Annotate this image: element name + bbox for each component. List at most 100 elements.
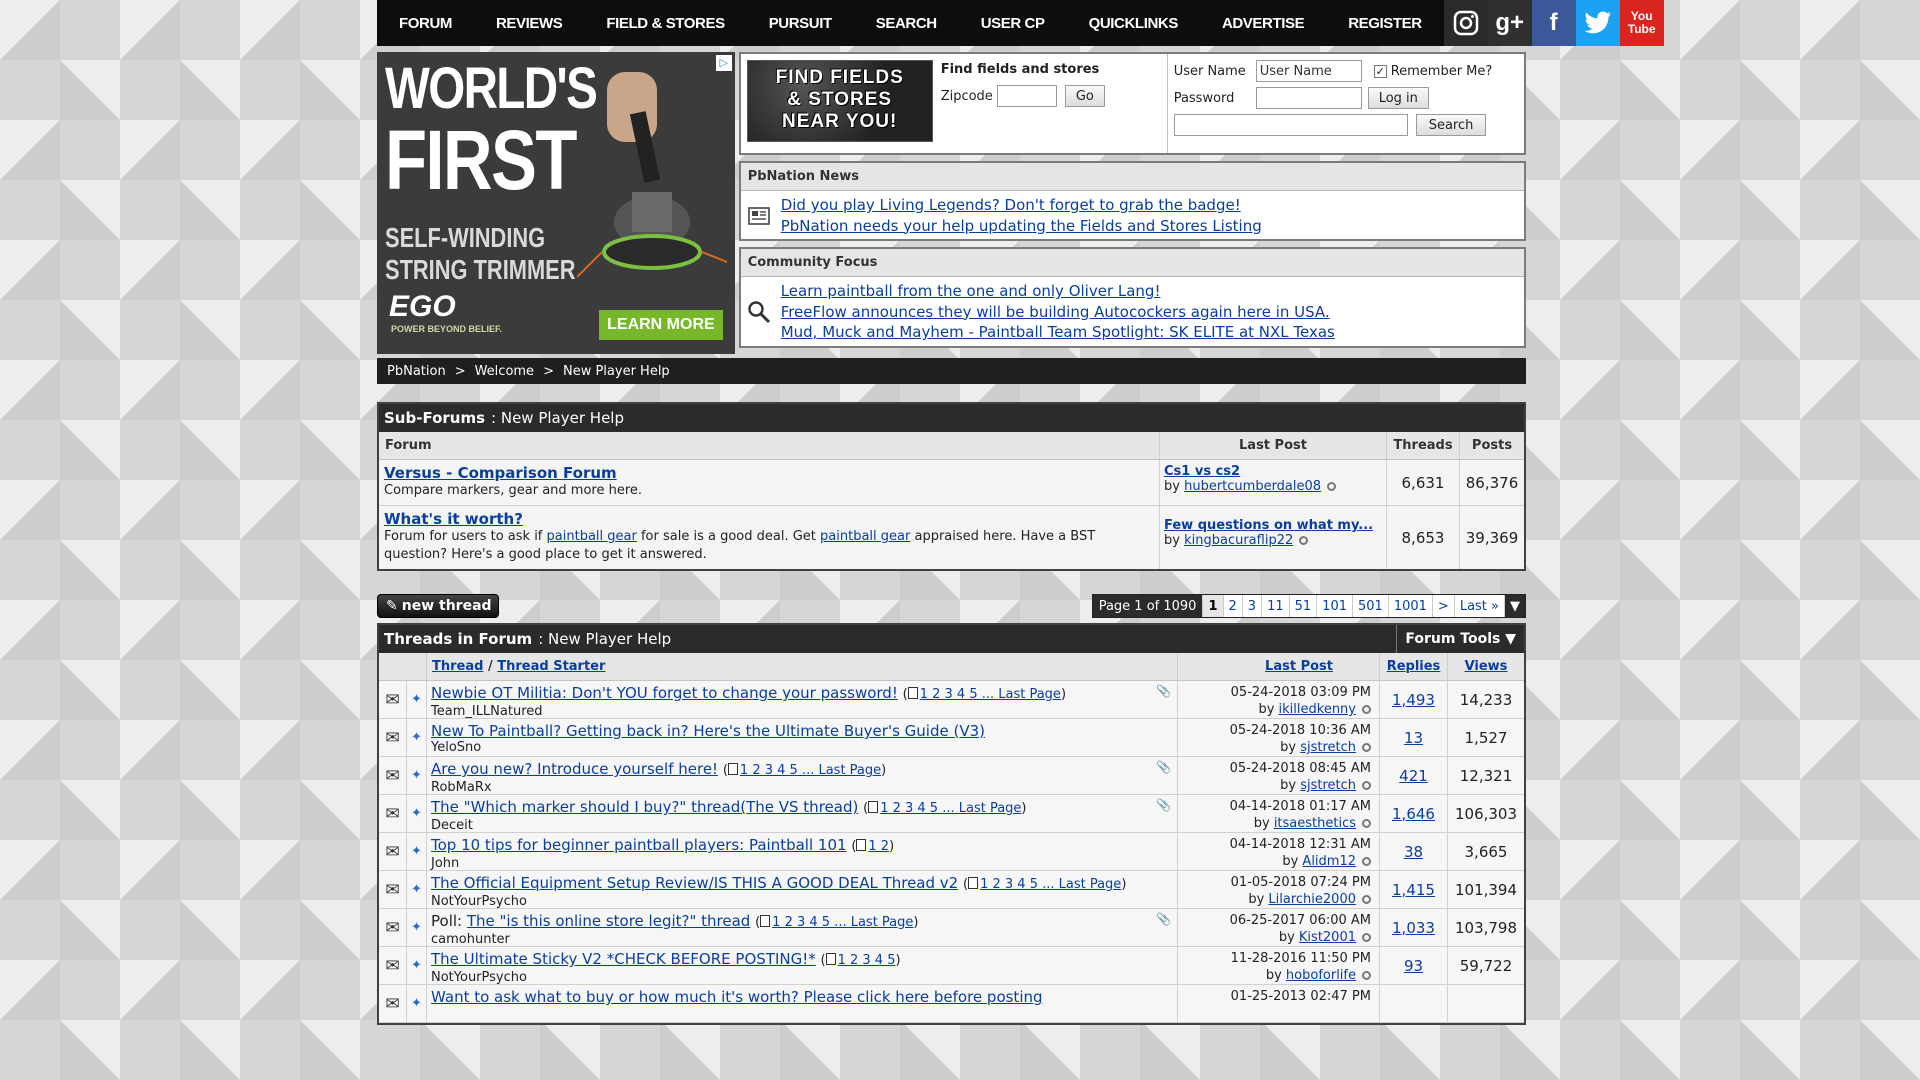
search-button[interactable]: Search xyxy=(1415,114,1487,136)
site-search-input[interactable] xyxy=(1173,114,1408,136)
thread-starter[interactable]: NotYourPsycho xyxy=(431,894,1173,909)
google-plus-icon[interactable]: g+ xyxy=(1487,0,1532,46)
focus-link[interactable]: FreeFlow announces they will be building… xyxy=(781,302,1335,323)
page-numbers[interactable]: 1 2 3 4 5 ... xyxy=(740,763,819,778)
page-link[interactable]: 3 xyxy=(1243,595,1263,617)
page-link[interactable]: 1001 xyxy=(1389,595,1433,617)
last-post-user[interactable]: hoboforlife xyxy=(1286,968,1356,983)
remember-me-checkbox[interactable]: ✓ xyxy=(1373,64,1387,78)
replies-link[interactable]: 1,493 xyxy=(1392,691,1435,709)
replies-link[interactable]: 1,033 xyxy=(1392,919,1435,937)
page-link[interactable]: 501 xyxy=(1353,595,1389,617)
replies-link[interactable]: 38 xyxy=(1404,843,1423,861)
forum-tools-menu[interactable]: Forum Tools ▼ xyxy=(1396,625,1524,653)
thread-last-page-link[interactable]: Last Page xyxy=(851,915,914,930)
last-post-user[interactable]: Alidm12 xyxy=(1302,854,1356,869)
breadcrumb-welcome[interactable]: Welcome xyxy=(475,364,534,379)
ad-learn-more-button[interactable]: LEARN MORE xyxy=(599,310,723,340)
last-post-user[interactable]: Kist2001 xyxy=(1299,930,1356,945)
paintball-gear-link[interactable]: paintball gear xyxy=(547,529,637,544)
sort-by-last-post[interactable]: Last Post xyxy=(1265,659,1333,674)
last-post-user[interactable]: ikilledkenny xyxy=(1279,702,1356,717)
thread-starter[interactable]: camohunter xyxy=(431,932,1173,947)
thread-starter[interactable]: Deceit xyxy=(431,818,1173,833)
thread-starter[interactable]: YeloSno xyxy=(431,740,1173,755)
nav-field-stores[interactable]: FIELD & STORES xyxy=(584,15,746,32)
focus-link[interactable]: Learn paintball from the one and only Ol… xyxy=(781,281,1335,302)
replies-link[interactable]: 421 xyxy=(1399,767,1428,785)
thread-last-page-link[interactable]: Last Page xyxy=(959,801,1022,816)
page-numbers[interactable]: 1 2 3 4 5 ... xyxy=(980,877,1059,892)
thread-last-page-link[interactable]: Last Page xyxy=(998,687,1061,702)
thread-title-link[interactable]: Are you new? Introduce yourself here! xyxy=(431,760,718,778)
breadcrumb-pbnation[interactable]: PbNation xyxy=(387,364,446,379)
last-post-user[interactable]: kingbacuraflip22 xyxy=(1184,533,1293,548)
sort-by-thread[interactable]: Thread xyxy=(432,659,483,674)
nav-search[interactable]: SEARCH xyxy=(854,15,959,32)
subforum-link[interactable]: What's it worth? xyxy=(384,510,1154,528)
adchoices-icon[interactable]: ▷ xyxy=(715,55,732,71)
new-thread-button[interactable]: ✎ new thread xyxy=(377,594,499,618)
next-page[interactable]: > xyxy=(1433,595,1455,617)
replies-link[interactable]: 1,415 xyxy=(1392,881,1435,899)
find-fields-logo[interactable]: FIND FIELDS & STORES NEAR YOU! xyxy=(746,60,933,142)
go-button[interactable]: Go xyxy=(1064,85,1105,107)
thread-title-link[interactable]: Top 10 tips for beginner paintball playe… xyxy=(431,836,847,854)
news-link[interactable]: PbNation needs your help updating the Fi… xyxy=(781,216,1262,237)
nav-quicklinks[interactable]: QUICKLINKS xyxy=(1067,15,1200,32)
thread-starter[interactable]: Team_ILLNatured xyxy=(431,704,1173,719)
last-post-user[interactable]: Lilarchie2000 xyxy=(1268,892,1356,907)
page-numbers[interactable]: 1 2 3 4 5 ... xyxy=(920,687,999,702)
nav-reviews[interactable]: REVIEWS xyxy=(474,15,584,32)
nav-user-cp[interactable]: USER CP xyxy=(959,15,1067,32)
last-post-link[interactable]: Few questions on what my... xyxy=(1164,518,1373,533)
facebook-icon[interactable]: f xyxy=(1531,0,1576,46)
sort-by-views[interactable]: Views xyxy=(1465,659,1508,674)
last-post-user[interactable]: hubertcumberdale08 xyxy=(1184,479,1321,494)
last-post-user[interactable]: sjstretch xyxy=(1300,778,1356,793)
thread-title-link[interactable]: Newbie OT Militia: Don't YOU forget to c… xyxy=(431,684,898,702)
last-page[interactable]: Last » xyxy=(1455,595,1505,617)
thread-starter[interactable]: NotYourPsycho xyxy=(431,970,1173,985)
nav-advertise[interactable]: ADVERTISE xyxy=(1200,15,1326,32)
focus-link[interactable]: Mud, Muck and Mayhem - Paintball Team Sp… xyxy=(781,322,1335,343)
page-link[interactable]: 51 xyxy=(1290,595,1318,617)
page-link[interactable]: 11 xyxy=(1262,595,1290,617)
page-numbers[interactable]: 1 2 3 4 5 xyxy=(838,953,896,968)
thread-last-page-link[interactable]: Last Page xyxy=(818,763,881,778)
replies-link[interactable]: 13 xyxy=(1404,729,1423,747)
page-numbers[interactable]: 1 2 3 4 5 ... xyxy=(880,801,959,816)
thread-title-link[interactable]: The "is this online store legit?" thread xyxy=(467,912,750,930)
page-link[interactable]: 101 xyxy=(1317,595,1353,617)
youtube-icon[interactable]: You Tube xyxy=(1619,0,1664,46)
thread-title-link[interactable]: Want to ask what to buy or how much it's… xyxy=(431,988,1043,1006)
twitter-icon[interactable] xyxy=(1575,0,1620,46)
zipcode-input[interactable] xyxy=(996,85,1057,107)
paintball-gear-link[interactable]: paintball gear xyxy=(820,529,910,544)
password-input[interactable] xyxy=(1255,87,1362,109)
page-jump-dropdown[interactable]: ▼ xyxy=(1505,595,1525,617)
sort-by-starter[interactable]: Thread Starter xyxy=(497,659,605,674)
last-post-user[interactable]: itsaesthetics xyxy=(1274,816,1356,831)
thread-starter[interactable]: RobMaRx xyxy=(431,780,1173,795)
last-post-link[interactable]: Cs1 vs cs2 xyxy=(1164,464,1240,479)
thread-title-link[interactable]: The "Which marker should I buy?" thread(… xyxy=(431,798,858,816)
news-link[interactable]: Did you play Living Legends? Don't forge… xyxy=(781,195,1262,216)
page-numbers[interactable]: 1 2 xyxy=(868,839,889,854)
thread-starter[interactable]: John xyxy=(431,856,1173,871)
thread-title-link[interactable]: The Official Equipment Setup Review/IS T… xyxy=(431,874,958,892)
instagram-icon[interactable] xyxy=(1443,0,1488,46)
thread-last-page-link[interactable]: Last Page xyxy=(1059,877,1122,892)
thread-title-link[interactable]: New To Paintball? Getting back in? Here'… xyxy=(431,722,985,740)
nav-register[interactable]: REGISTER xyxy=(1326,15,1443,32)
thread-title-link[interactable]: The Ultimate Sticky V2 *CHECK BEFORE POS… xyxy=(431,950,816,968)
username-input[interactable] xyxy=(1255,60,1362,82)
replies-link[interactable]: 1,646 xyxy=(1392,805,1435,823)
nav-forum[interactable]: FORUM xyxy=(377,15,474,32)
replies-link[interactable]: 93 xyxy=(1404,957,1423,975)
subforum-link[interactable]: Versus - Comparison Forum xyxy=(384,464,1154,482)
page-link[interactable]: 2 xyxy=(1224,595,1243,617)
login-button[interactable]: Log in xyxy=(1367,87,1429,109)
page-numbers[interactable]: 1 2 3 4 5 ... xyxy=(772,915,851,930)
last-post-user[interactable]: sjstretch xyxy=(1300,740,1356,755)
